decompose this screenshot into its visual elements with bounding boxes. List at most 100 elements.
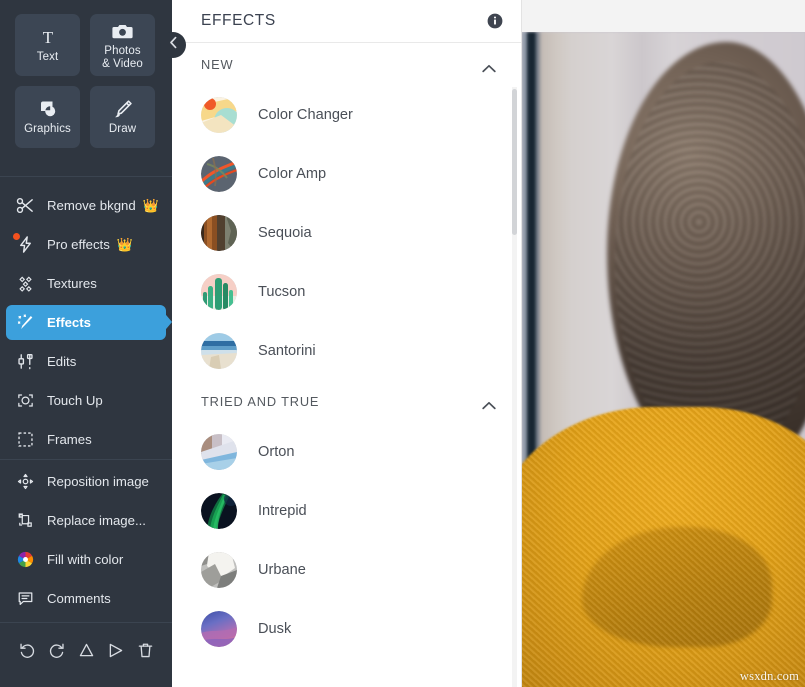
photo-sweater-texture — [522, 407, 805, 687]
replace-image-icon — [14, 510, 36, 532]
sidebar-item-remove-bkgnd-label: Remove bkgnd — [47, 198, 136, 213]
sidebar-item-touch-up-label: Touch Up — [47, 393, 103, 408]
effect-name: Color Amp — [258, 165, 327, 182]
effect-item-dusk[interactable]: Dusk — [172, 599, 521, 658]
bottom-divider — [0, 622, 172, 623]
tiles-divider — [0, 176, 172, 177]
sidebar-item-fill-with-color[interactable]: Fill with color — [0, 540, 172, 579]
panel-body: NEW Color Changer Color Amp Sequoia Tucs… — [172, 43, 521, 687]
sidebar-item-textures[interactable]: Textures — [0, 264, 172, 303]
section-header-tried-and-true[interactable]: TRIED AND TRUE — [172, 380, 521, 422]
canvas-area[interactable]: wsxdn.com — [522, 0, 805, 687]
sequoia-thumb — [201, 214, 237, 251]
frame-icon — [14, 429, 36, 451]
tile-graphics-label: Graphics — [24, 123, 71, 136]
tile-text[interactable]: T Text — [15, 14, 80, 76]
sidebar-item-textures-label: Textures — [47, 276, 97, 291]
color-wheel-icon — [14, 549, 36, 571]
panel-header: EFFECTS — [172, 0, 521, 43]
delete-button[interactable] — [134, 639, 156, 661]
sidebar-item-pro-effects[interactable]: Pro effects 👑 — [0, 225, 172, 264]
tile-graphics[interactable]: Graphics — [15, 86, 80, 148]
sidebar-item-remove-bkgnd[interactable]: Remove bkgnd 👑 — [0, 186, 172, 225]
effect-item-urbane[interactable]: Urbane — [172, 540, 521, 599]
sidebar-item-reposition-image[interactable]: Reposition image — [0, 462, 172, 501]
effect-item-santorini[interactable]: Santorini — [172, 321, 521, 380]
effect-name: Sequoia — [258, 224, 312, 241]
santorini-thumb — [201, 332, 237, 369]
crown-icon: 👑 — [142, 198, 159, 213]
effect-item-intrepid[interactable]: Intrepid — [172, 481, 521, 540]
chevron-up-icon[interactable] — [482, 397, 496, 409]
sidebar-item-pro-effects-label: Pro effects — [47, 237, 110, 252]
effect-item-orton[interactable]: Orton — [172, 422, 521, 481]
panel-scrollbar-thumb[interactable] — [512, 89, 517, 235]
effect-item-color-amp[interactable]: Color Amp — [172, 144, 521, 203]
touchup-icon — [14, 390, 36, 412]
effects-panel: EFFECTS NEW Color Changer Color Amp Sequ… — [172, 0, 522, 687]
dusk-thumb — [201, 610, 237, 647]
chevron-up-icon[interactable] — [482, 60, 496, 72]
bottom-toolbar — [0, 630, 172, 670]
menu-divider — [0, 459, 172, 460]
bolt-icon — [13, 232, 36, 256]
collapse-panel-button[interactable] — [160, 32, 186, 58]
flip-vertical-button[interactable] — [75, 639, 97, 661]
sidebar-item-effects[interactable]: Effects — [0, 303, 172, 342]
comment-icon — [14, 588, 36, 610]
sidebar-item-touch-up[interactable]: Touch Up — [0, 381, 172, 420]
textures-icon — [14, 273, 36, 295]
reposition-icon — [14, 471, 36, 493]
tucson-thumb — [201, 273, 237, 310]
sidebar-item-edits[interactable]: Edits — [0, 342, 172, 381]
pencil-icon — [113, 98, 133, 120]
tool-tiles: T Text Photos & Video Graphics Draw — [0, 0, 172, 148]
redo-button[interactable] — [46, 639, 68, 661]
effect-name: Orton — [258, 443, 295, 460]
tile-draw[interactable]: Draw — [90, 86, 155, 148]
orton-thumb — [201, 433, 237, 470]
sidebar-item-comments[interactable]: Comments — [0, 579, 172, 618]
tile-draw-label: Draw — [108, 123, 137, 136]
tile-text-label: Text — [36, 51, 59, 64]
sidebar-menu-primary: Remove bkgnd 👑 Pro effects 👑 Textures Ef… — [0, 186, 172, 459]
sidebar-item-edits-label: Edits — [47, 354, 77, 369]
effect-name: Dusk — [258, 620, 292, 637]
effect-item-color-changer[interactable]: Color Changer — [172, 85, 521, 144]
new-dot-indicator — [13, 232, 20, 240]
left-sidebar: T Text Photos & Video Graphics Draw Remo… — [0, 0, 186, 687]
tile-photos-line1: Photos — [104, 45, 141, 57]
undo-button[interactable] — [16, 639, 38, 661]
active-highlight-arrow — [161, 309, 172, 335]
effect-name: Urbane — [258, 561, 306, 578]
info-icon[interactable] — [487, 13, 503, 29]
color-amp-thumb — [201, 155, 237, 192]
sidebar-item-reposition-image-label: Reposition image — [47, 474, 149, 489]
sidebar-item-replace-image[interactable]: Replace image... — [0, 501, 172, 540]
urbane-thumb — [201, 551, 237, 588]
flip-horizontal-button[interactable] — [105, 639, 127, 661]
magic-wand-icon — [14, 312, 36, 334]
section-title-new: NEW — [201, 56, 234, 72]
camera-icon — [112, 20, 133, 42]
svg-text:T: T — [42, 28, 53, 47]
page-title: EFFECTS — [201, 12, 276, 29]
watermark: wsxdn.com — [739, 669, 799, 683]
section-title-tried-and-true: TRIED AND TRUE — [201, 393, 320, 409]
effect-name: Color Changer — [258, 106, 353, 123]
intrepid-thumb — [201, 492, 237, 529]
effect-item-sequoia[interactable]: Sequoia — [172, 203, 521, 262]
text-icon: T — [38, 26, 58, 48]
sliders-icon — [14, 351, 36, 373]
tile-photos-line2: & Video — [102, 57, 143, 70]
chevron-left-icon — [168, 36, 179, 54]
scissors-icon — [14, 195, 36, 217]
effect-name: Santorini — [258, 342, 316, 359]
section-header-new[interactable]: NEW — [172, 43, 521, 85]
effect-name: Intrepid — [258, 502, 307, 519]
sidebar-item-frames[interactable]: Frames — [0, 420, 172, 459]
photo-canvas[interactable]: wsxdn.com — [522, 32, 805, 687]
sidebar-menu-secondary: Reposition image Replace image... Fill w… — [0, 462, 172, 618]
tile-photos-video[interactable]: Photos & Video — [90, 14, 155, 76]
effect-item-tucson[interactable]: Tucson — [172, 262, 521, 321]
